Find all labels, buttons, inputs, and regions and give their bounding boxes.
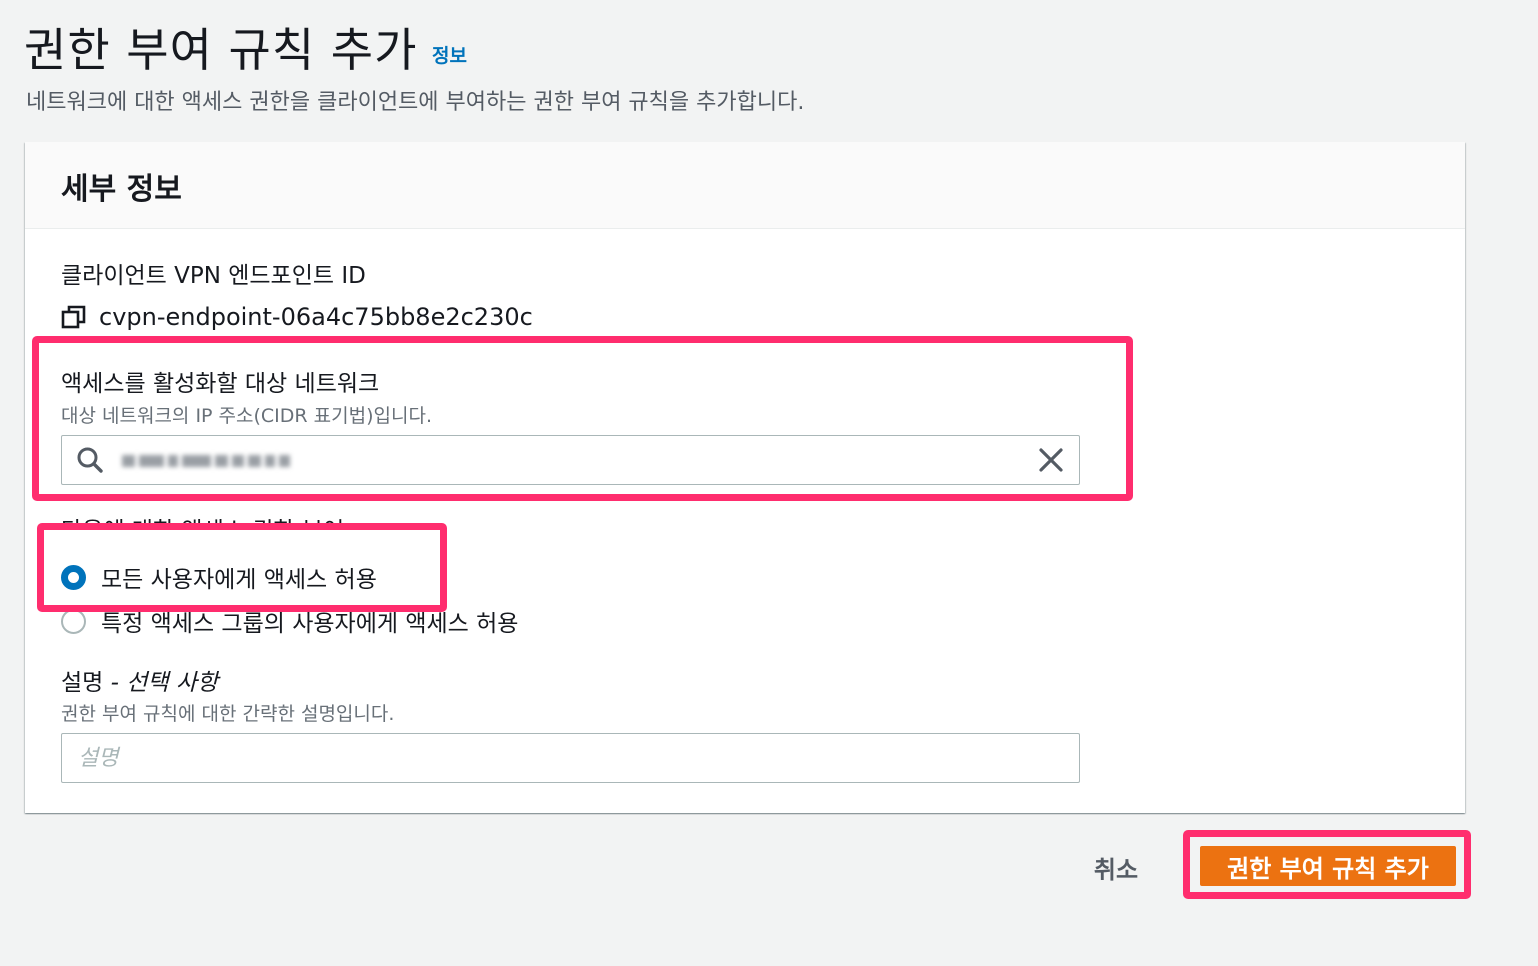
- redacted-value: [122, 450, 291, 472]
- radio-all-users-label: 모든 사용자에게 액세스 허용: [101, 567, 377, 593]
- cancel-button[interactable]: 취소: [1078, 847, 1154, 887]
- radio-button-unchecked[interactable]: [61, 608, 86, 634]
- target-network-field: [61, 435, 1080, 485]
- endpoint-label: 클라이언트 VPN 엔드포인트 ID: [61, 263, 366, 289]
- panel-header: 세부 정보: [25, 142, 1465, 229]
- target-network-label: 액세스를 활성화할 대상 네트워크: [61, 371, 380, 397]
- search-icon: [77, 447, 103, 473]
- radio-specific-group-label: 특정 액세스 그룹의 사용자에게 액세스 허용: [101, 611, 519, 637]
- details-panel: 세부 정보 클라이언트 VPN 엔드포인트 ID cvpn-endpoint-0…: [25, 142, 1465, 813]
- radio-all-users[interactable]: 모든 사용자에게 액세스 허용: [61, 560, 377, 594]
- description-label: 설명 - 선택 사항: [61, 663, 218, 697]
- radio-specific-group[interactable]: 특정 액세스 그룹의 사용자에게 액세스 허용: [61, 604, 518, 638]
- info-link[interactable]: 정보: [432, 41, 467, 68]
- add-authorization-rule-button[interactable]: 권한 부여 규칙 추가: [1200, 846, 1456, 886]
- copy-icon[interactable]: [61, 304, 87, 330]
- radio-button-checked[interactable]: [61, 564, 86, 590]
- description-hint: 권한 부여 규칙에 대한 간략한 설명입니다.: [61, 703, 395, 725]
- description-input[interactable]: [61, 733, 1080, 783]
- page-description: 네트워크에 대한 액세스 권한을 클라이언트에 부여하는 권한 부여 규칙을 추…: [26, 90, 805, 115]
- page-title: 권한 부여 규칙 추가: [24, 23, 418, 77]
- description-optional-text: - 선택 사항: [103, 670, 219, 696]
- close-icon[interactable]: [1037, 446, 1065, 474]
- grant-access-label: 다음에 대한 액세스 권한 부여:: [61, 518, 352, 544]
- description-label-text: 설명: [61, 670, 104, 696]
- endpoint-id-value: cvpn-endpoint-06a4c75bb8e2c230c: [99, 303, 533, 331]
- panel-title: 세부 정보: [61, 172, 182, 207]
- endpoint-row: cvpn-endpoint-06a4c75bb8e2c230c: [61, 302, 533, 332]
- target-network-hint: 대상 네트워크의 IP 주소(CIDR 표기법)입니다.: [61, 405, 432, 427]
